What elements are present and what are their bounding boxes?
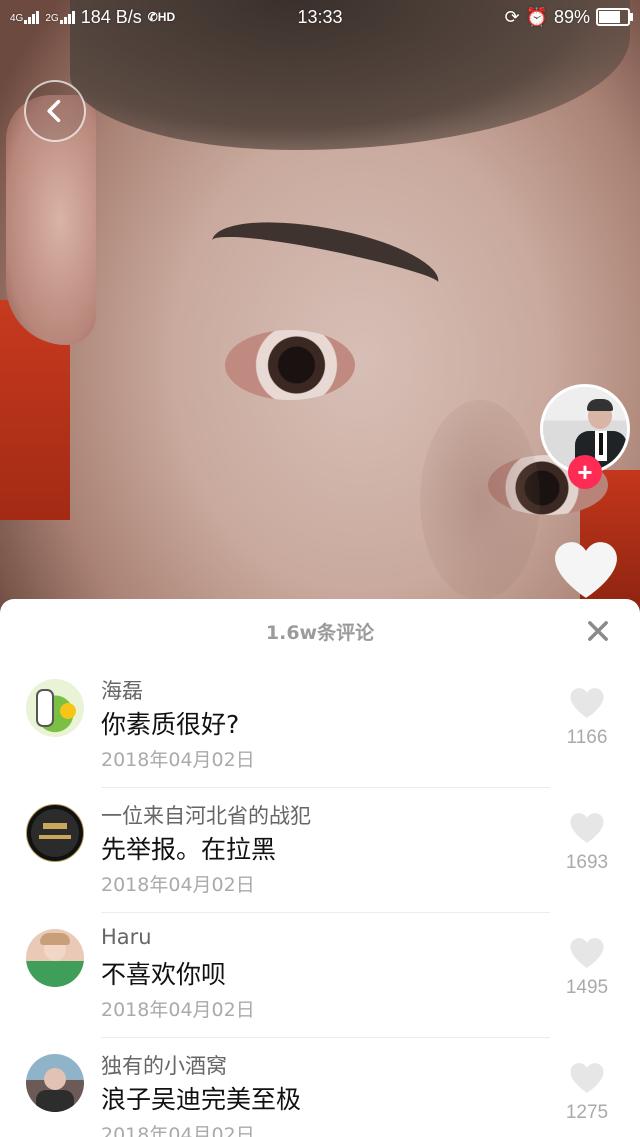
avatar[interactable] bbox=[26, 1054, 84, 1112]
comment-item[interactable]: 独有的小酒窝 浪子吴迪完美至极 2018年04月02日 1275 bbox=[0, 1038, 640, 1137]
comment-body: 海磊 你素质很好? 2018年04月02日 bbox=[101, 663, 550, 788]
comment-author[interactable]: 独有的小酒窝 bbox=[101, 1050, 227, 1080]
signal-icon: 4G bbox=[10, 10, 40, 24]
status-left: 4G 2G 184 B/s ✆HD bbox=[10, 7, 175, 28]
avatar-body bbox=[36, 1090, 74, 1112]
avatar-emblem-top bbox=[43, 823, 67, 829]
heart-icon bbox=[570, 813, 604, 843]
battery-icon bbox=[596, 8, 633, 26]
video-frame[interactable] bbox=[0, 0, 640, 610]
comment-body: 独有的小酒窝 浪子吴迪完美至极 2018年04月02日 bbox=[101, 1038, 550, 1137]
heart-icon bbox=[570, 1063, 604, 1093]
comment-item[interactable]: 海磊 你素质很好? 2018年04月02日 1166 bbox=[0, 663, 640, 788]
comment-like-count: 1166 bbox=[566, 727, 608, 748]
comment-item[interactable]: 一位来自河北省的战犯 先举报。在拉黑 2018年04月02日 1693 bbox=[0, 788, 640, 913]
avatar-hair bbox=[40, 933, 70, 945]
comment-like-button[interactable]: 1693 bbox=[552, 812, 622, 874]
avatar-rabbit bbox=[36, 689, 54, 727]
avatar[interactable] bbox=[26, 929, 84, 987]
face-brow bbox=[205, 204, 445, 319]
battery-percent: 89% bbox=[553, 6, 590, 27]
like-button[interactable] bbox=[553, 540, 619, 600]
comments-count-title: 1.6w条评论 bbox=[265, 621, 375, 644]
heart-icon bbox=[570, 688, 604, 718]
comment-author[interactable]: Haru bbox=[101, 925, 152, 949]
chevron-left-icon bbox=[47, 99, 61, 123]
avatar[interactable] bbox=[26, 804, 84, 862]
comment-date: 2018年04月02日 bbox=[101, 749, 255, 771]
comment-author[interactable]: 海磊 bbox=[101, 675, 143, 705]
back-button[interactable] bbox=[24, 80, 86, 142]
network-speed: 184 B/s bbox=[80, 6, 142, 27]
follow-button[interactable]: + bbox=[568, 455, 602, 489]
comment-date: 2018年04月02日 bbox=[101, 999, 255, 1021]
comments-panel[interactable]: 1.6w条评论 海磊 你素质很好? 2018年04月02日 1166 一位来自河… bbox=[0, 599, 640, 1137]
comment-like-button[interactable]: 1166 bbox=[552, 687, 622, 749]
signal-icon-2: 2G bbox=[45, 10, 75, 24]
comment-date: 2018年04月02日 bbox=[101, 1124, 255, 1137]
comment-body: 一位来自河北省的战犯 先举报。在拉黑 2018年04月02日 bbox=[101, 788, 550, 913]
avatar-chick bbox=[60, 703, 76, 719]
comment-item[interactable]: Haru 不喜欢你呗 2018年04月02日 1495 bbox=[0, 913, 640, 1038]
comment-text: 先举报。在拉黑 bbox=[101, 835, 277, 864]
comment-like-count: 1495 bbox=[565, 977, 609, 998]
comment-date: 2018年04月02日 bbox=[101, 874, 255, 896]
close-icon bbox=[588, 621, 608, 641]
comment-text: 不喜欢你呗 bbox=[101, 960, 227, 989]
comment-text: 浪子吴迪完美至极 bbox=[101, 1085, 302, 1114]
plus-icon: + bbox=[577, 457, 593, 487]
face-shadow bbox=[420, 400, 540, 600]
face-eye-left bbox=[225, 330, 355, 400]
avatar[interactable] bbox=[26, 679, 84, 737]
comment-body: Haru 不喜欢你呗 2018年04月02日 bbox=[101, 913, 550, 1038]
avatar-figure-tie bbox=[599, 433, 603, 455]
status-bar: 4G 2G 184 B/s ✆HD 13:33 ⟳ ⏰ 89% bbox=[0, 0, 640, 34]
avatar-figure-hair bbox=[587, 399, 613, 411]
comments-header: 1.6w条评论 bbox=[0, 599, 640, 663]
comment-like-count: 1693 bbox=[565, 852, 609, 873]
heart-icon bbox=[570, 938, 604, 968]
status-right: ⟳ ⏰ 89% bbox=[504, 6, 633, 28]
comment-author[interactable]: 一位来自河北省的战犯 bbox=[101, 800, 311, 830]
network-type-label: 4G bbox=[10, 12, 24, 24]
comment-like-button[interactable]: 1495 bbox=[552, 937, 622, 999]
heart-icon bbox=[555, 542, 617, 598]
comment-like-button[interactable]: 1275 bbox=[552, 1062, 622, 1124]
alarm-icon: ⏰ bbox=[525, 6, 548, 27]
avatar-face bbox=[44, 1068, 66, 1090]
network-type-label-2: 2G bbox=[45, 12, 59, 24]
avatar-emblem-bottom bbox=[39, 835, 71, 839]
rotation-lock-icon: ⟳ bbox=[504, 6, 520, 27]
comment-like-count: 1275 bbox=[565, 1102, 609, 1123]
hd-call-icon: ✆HD bbox=[147, 10, 176, 24]
close-button[interactable] bbox=[584, 617, 612, 645]
comment-text: 你素质很好? bbox=[101, 710, 240, 739]
